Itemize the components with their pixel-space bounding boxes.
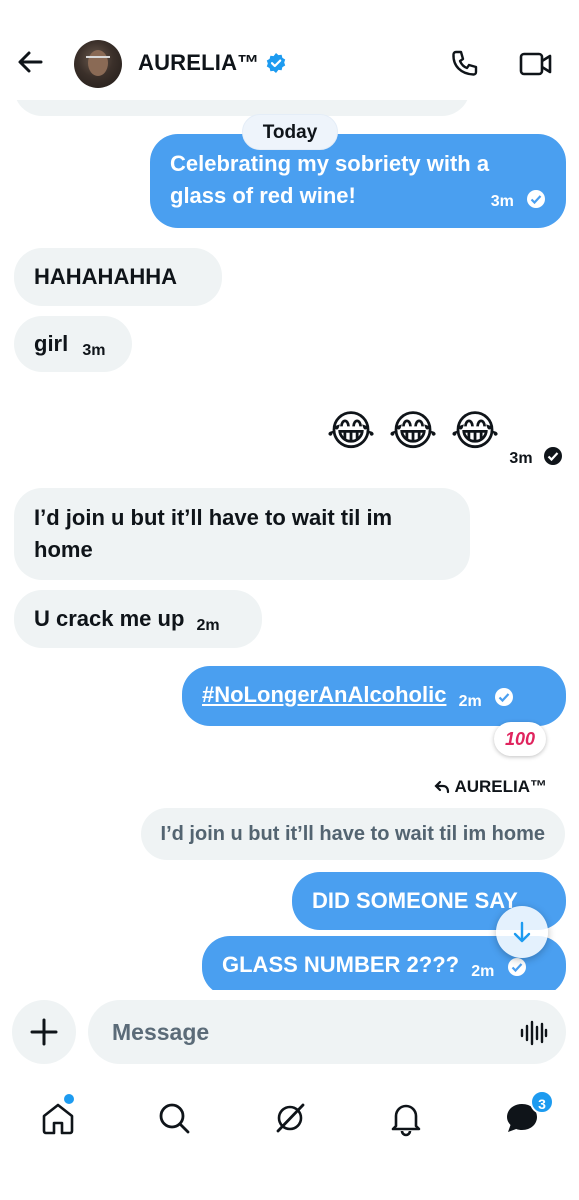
reply-indicator: AURELIA™ bbox=[434, 777, 547, 797]
message-text: GLASS NUMBER 2??? bbox=[222, 952, 460, 977]
message-time: 3m bbox=[82, 342, 106, 359]
date-divider: Today bbox=[242, 114, 338, 150]
phone-icon[interactable] bbox=[448, 48, 480, 80]
message-bubble-incoming[interactable]: HAHAHAHHA bbox=[14, 248, 222, 306]
reaction-100[interactable]: 100 bbox=[494, 722, 546, 756]
quoted-message[interactable]: I’d join u but it’ll have to wait til im… bbox=[140, 808, 565, 860]
hashtag-link[interactable]: #NoLongerAnAlcoholic bbox=[202, 682, 446, 707]
message-bubble-outgoing[interactable]: Celebrating my sobriety with a glass of … bbox=[150, 134, 566, 228]
message-time: 3m bbox=[509, 450, 533, 467]
bottom-navigation: 3 bbox=[0, 1082, 579, 1200]
message-bubble-incoming[interactable]: girl 3m bbox=[14, 316, 132, 372]
message-text: DID SOMEONE SAY bbox=[312, 888, 518, 913]
bell-icon[interactable] bbox=[386, 1098, 426, 1138]
add-attachment-button[interactable] bbox=[12, 1000, 76, 1064]
message-text: HAHAHAHHA bbox=[34, 264, 177, 289]
grok-icon[interactable] bbox=[270, 1098, 310, 1138]
reply-to-name: AURELIA™ bbox=[454, 777, 547, 796]
chat-header: AURELIA™ bbox=[0, 0, 579, 100]
message-time: 2m bbox=[196, 617, 220, 634]
check-circle-icon bbox=[507, 958, 526, 976]
message-bubble-incoming[interactable]: U crack me up 2m bbox=[14, 590, 262, 648]
check-circle-icon bbox=[494, 688, 513, 706]
back-arrow-icon[interactable] bbox=[14, 46, 46, 78]
conversation[interactable]: Celebrating my sobriety with a glass of … bbox=[0, 80, 579, 990]
arrow-down-icon bbox=[513, 921, 531, 943]
check-circle-icon bbox=[527, 190, 545, 208]
reply-arrow-icon bbox=[434, 780, 450, 794]
message-text: I’d join u but it’ll have to wait til im… bbox=[34, 505, 393, 562]
voice-icon[interactable] bbox=[518, 1018, 548, 1048]
contact-name-group[interactable]: AURELIA™ bbox=[138, 50, 287, 76]
message-input[interactable] bbox=[88, 1000, 566, 1064]
emoji-message[interactable]: 😂 😂 😂 bbox=[326, 406, 500, 456]
verified-icon bbox=[267, 53, 286, 73]
video-icon[interactable] bbox=[518, 48, 554, 80]
search-icon[interactable] bbox=[154, 1098, 194, 1138]
messages-badge: 3 bbox=[530, 1090, 554, 1114]
message-time: 2m bbox=[471, 963, 495, 980]
home-notification-dot bbox=[64, 1094, 74, 1104]
message-bubble-incoming[interactable]: I’d join u but it’ll have to wait til im… bbox=[14, 488, 470, 580]
message-composer bbox=[0, 990, 579, 1076]
laughing-emoji: 😂 bbox=[450, 407, 500, 454]
message-text: U crack me up bbox=[34, 606, 185, 631]
laughing-emoji: 😂 bbox=[388, 407, 438, 454]
avatar[interactable] bbox=[74, 40, 122, 88]
message-text: girl bbox=[34, 331, 69, 356]
scroll-to-bottom-button[interactable] bbox=[496, 906, 548, 958]
message-text: Celebrating my sobriety with a glass of … bbox=[170, 151, 490, 208]
emoji-message-meta: 3m bbox=[509, 446, 563, 468]
home-icon[interactable] bbox=[38, 1098, 78, 1138]
contact-name: AURELIA™ bbox=[138, 50, 260, 75]
message-time: 3m bbox=[490, 193, 514, 210]
message-bubble-outgoing[interactable]: #NoLongerAnAlcoholic 2m bbox=[182, 666, 566, 726]
plus-icon bbox=[30, 1018, 58, 1046]
check-circle-icon bbox=[544, 447, 562, 465]
laughing-emoji: 😂 bbox=[326, 407, 376, 454]
message-time: 2m bbox=[458, 693, 482, 710]
